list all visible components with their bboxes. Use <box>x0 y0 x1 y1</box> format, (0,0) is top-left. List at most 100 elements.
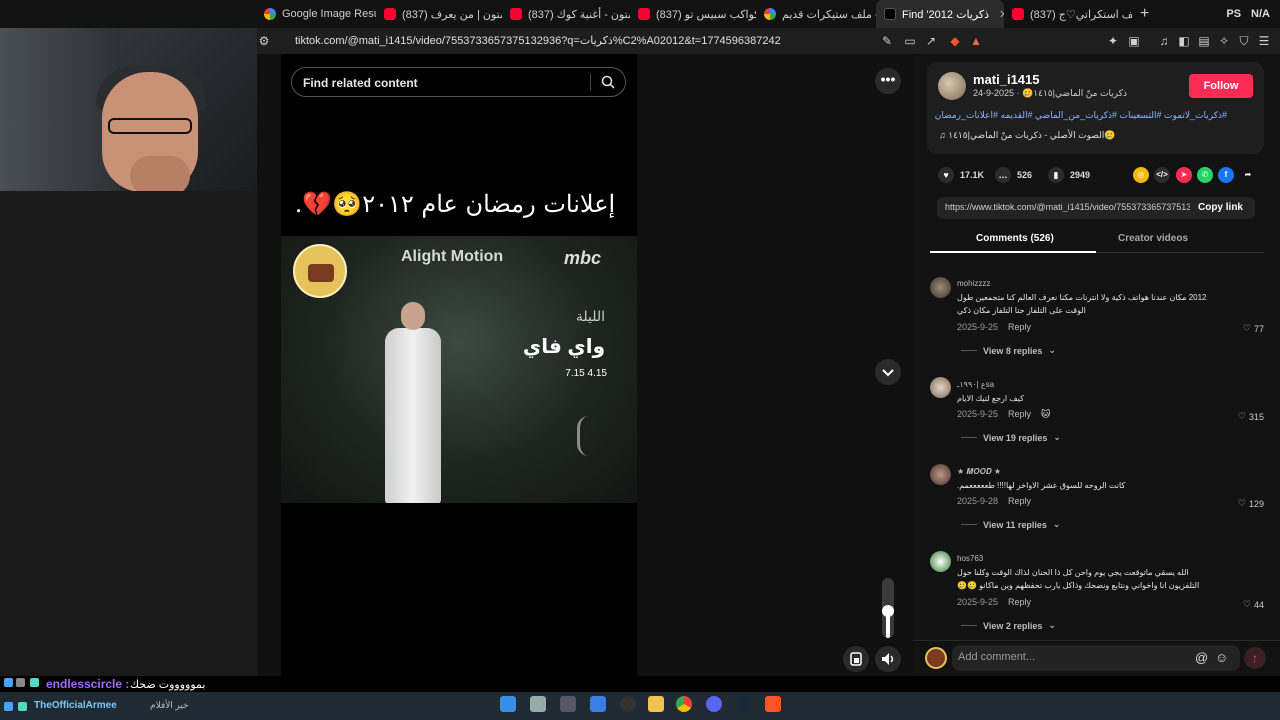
comment-like[interactable]: ♡ 129 <box>1238 498 1264 509</box>
translate-icon[interactable]: ✎ <box>880 34 894 48</box>
comment-username[interactable]: mohizzzz <box>957 279 990 288</box>
brave-shield-icon[interactable]: ◆ <box>948 34 962 48</box>
steam-icon[interactable] <box>736 696 752 712</box>
tab-youtube-3[interactable]: (837) جميع كواكب سبيس تو <box>630 0 756 28</box>
embed-icon[interactable]: </> <box>1154 167 1170 183</box>
screenshot-icon[interactable]: ▣ <box>1127 34 1141 48</box>
volume-button[interactable] <box>875 646 901 672</box>
reply-button[interactable]: Reply <box>1008 496 1031 506</box>
search-input[interactable]: Find related content <box>303 76 418 90</box>
author-avatar[interactable] <box>938 72 966 100</box>
brave-icon[interactable] <box>765 696 781 712</box>
copy-link-button[interactable]: Copy link <box>1198 202 1243 213</box>
file-explorer-icon[interactable] <box>648 696 664 712</box>
leo-icon[interactable]: ✧ <box>1217 34 1231 48</box>
new-tab-button[interactable]: + <box>1132 5 1157 23</box>
comment-avatar[interactable] <box>930 277 951 298</box>
search-icon[interactable] <box>601 75 615 89</box>
browser-tab-bar: Google Image Result (837) سيستون | من يع… <box>0 0 1280 28</box>
more-options-button[interactable]: ••• <box>875 68 901 94</box>
widgets-icon[interactable] <box>590 696 606 712</box>
mention-icon[interactable]: @ <box>1195 650 1208 665</box>
google-icon <box>264 8 276 20</box>
obs-icon[interactable] <box>620 696 636 712</box>
post-music[interactable]: ♫ الصوت الأصلي - ذكريات منّ الماضي|١٤١٥🥲 <box>939 130 1116 141</box>
vpn-icon[interactable]: ⛉ <box>1237 34 1251 48</box>
comment-text: كيف ارجع لتيك الايام <box>957 394 1024 403</box>
comment-avatar[interactable] <box>930 377 951 398</box>
chevron-down-icon: ⌄ <box>1052 519 1061 529</box>
google-icon <box>764 8 776 20</box>
view-replies-button[interactable]: View 8 replies ⌄ <box>961 345 1056 356</box>
extensions-icon[interactable]: ✦ <box>1106 34 1120 48</box>
chevron-down-icon: ⌄ <box>1048 345 1056 355</box>
discord-icon[interactable] <box>706 696 722 712</box>
volume-knob[interactable] <box>882 605 894 617</box>
browser-top-right: PS N/A <box>1226 8 1280 20</box>
tab-google-search[interactable]: ملف ستيكرات قديم - earch <box>756 0 876 28</box>
share-arrow-icon[interactable]: ➦ <box>1240 167 1256 183</box>
send-icon[interactable]: ➤ <box>1176 167 1192 183</box>
task-view-icon[interactable] <box>560 696 576 712</box>
tab-creator-videos[interactable]: Creator videos <box>1118 233 1188 244</box>
view-replies-button[interactable]: View 2 replies ⌄ <box>961 620 1056 631</box>
radio-logo <box>293 244 347 298</box>
view-replies-button[interactable]: View 19 replies ⌄ <box>961 432 1061 443</box>
comment-username[interactable]: ع |۱۹۹۰ـsa <box>957 380 994 389</box>
share-link-url[interactable]: https://www.tiktok.com/@mati_i1415/video… <box>945 202 1190 212</box>
post-hashtags[interactable]: #ذكريات_لاتموت #التسعينات #ذكريات_من_الم… <box>935 110 1227 121</box>
start-icon[interactable] <box>500 696 516 712</box>
tab-comments[interactable]: Comments (526) <box>976 233 1054 244</box>
comment-like[interactable]: ♡ 315 <box>1238 411 1264 422</box>
sidebar-icon[interactable]: ◧ <box>1177 34 1191 48</box>
view-replies-button[interactable]: View 11 replies ⌄ <box>961 519 1060 530</box>
tab-tiktok-active[interactable]: Find '2012 ذكريات ✕ <box>876 0 1004 28</box>
comment-placeholder[interactable]: Add comment... <box>958 651 1035 663</box>
share-link-box: https://www.tiktok.com/@mati_i1415/video… <box>937 197 1255 219</box>
tab-youtube-2[interactable]: (837) سيستون - أغنية كوك <box>502 0 630 28</box>
menu-icon[interactable]: ☰ <box>1257 34 1271 48</box>
tab-youtube-1[interactable]: (837) سيستون | من يعرف <box>376 0 502 28</box>
na-label: N/A <box>1251 8 1270 20</box>
gift-icon[interactable]: ◎ <box>1133 167 1149 183</box>
search-bar[interactable]: Find related content <box>291 67 626 97</box>
frame-times: 7.15 4.15 <box>565 368 607 379</box>
chrome-icon[interactable] <box>676 696 692 712</box>
frame-text-2: واي فاي <box>522 336 605 358</box>
comment-like[interactable]: ♡ 77 <box>1243 323 1264 334</box>
tab-google-image-result[interactable]: Google Image Result <box>256 0 376 28</box>
tab-youtube-4[interactable]: (837) ملف استكراتي♡ج <box>1004 0 1132 28</box>
comment-text: الله يسقي ماتوقعت يجي يوم واحن كل ذا الح… <box>957 568 1200 590</box>
facebook-icon[interactable]: f <box>1218 167 1234 183</box>
comment-like[interactable]: ♡ 44 <box>1243 599 1264 610</box>
heart-icon: ♥ <box>938 167 954 183</box>
comment-avatar[interactable] <box>930 464 951 485</box>
url-field[interactable]: tiktok.com/@mati_i1415/video/75537336573… <box>295 34 781 47</box>
tune-icon[interactable]: ⚙ <box>257 34 271 48</box>
music-icon[interactable]: ♫ <box>1157 34 1171 48</box>
save-stat[interactable]: ▮ 2949 <box>1048 167 1090 183</box>
whatsapp-icon[interactable]: ✆ <box>1197 167 1213 183</box>
install-icon[interactable]: ▭ <box>903 34 917 48</box>
reply-button[interactable]: Reply <box>1008 322 1031 332</box>
comment-avatar[interactable] <box>930 551 951 572</box>
reply-button[interactable]: Reply <box>1008 409 1031 419</box>
comment-stat[interactable]: … 526 <box>995 167 1032 183</box>
my-avatar[interactable] <box>925 647 947 669</box>
share-icon[interactable]: ↗ <box>924 34 938 48</box>
emoji-icon[interactable]: ☺ <box>1215 650 1228 665</box>
comment-username[interactable]: hos763 <box>957 554 983 563</box>
post-comment-button[interactable]: ↑ <box>1244 647 1266 669</box>
follow-button[interactable]: Follow <box>1189 74 1253 98</box>
search-taskbar-icon[interactable] <box>530 696 546 712</box>
comment-username[interactable]: ★ 𝑴𝑶𝑶𝑫 ★ <box>957 467 1001 477</box>
reply-button[interactable]: Reply <box>1008 597 1031 607</box>
next-video-button[interactable] <box>875 359 901 385</box>
video-caption: إعلانات رمضان عام ٢٠١٢🥺💔. <box>294 190 616 218</box>
address-bar: ⚙ tiktok.com/@mati_i1415/video/755373365… <box>257 28 1280 54</box>
pip-button[interactable] <box>843 646 869 672</box>
author-username[interactable]: mati_i1415 <box>973 72 1040 87</box>
like-stat[interactable]: ♥ 17.1K <box>938 167 984 183</box>
wallet-icon[interactable]: ▤ <box>1197 34 1211 48</box>
rewards-icon[interactable]: ▲ <box>969 34 983 48</box>
